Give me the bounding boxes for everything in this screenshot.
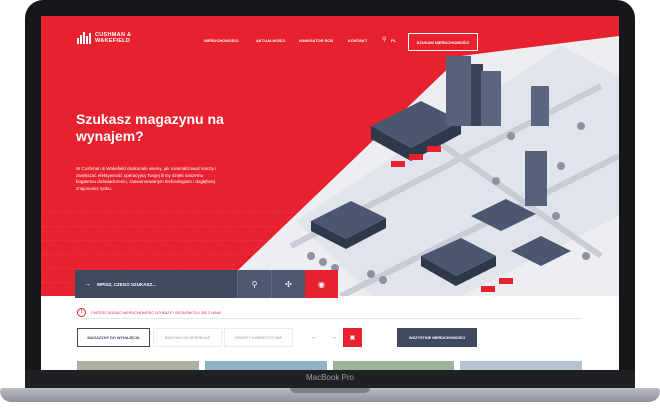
arrow-right-icon[interactable]: → (324, 328, 343, 347)
property-thumbnail[interactable] (332, 361, 455, 370)
device-label: MacBook Pro (305, 373, 355, 382)
arrow-left-icon[interactable]: ← (305, 328, 324, 347)
nav-kontakt[interactable]: KONTAKT (348, 38, 367, 43)
logo-mark-icon (77, 32, 91, 44)
tab-warehouses-rent[interactable]: MAGAZYNY DO WYNAJĘCIA (77, 328, 150, 347)
property-search-bar: → WPISZ, CZEGO SZUKASZ... ⚲ ✣ ◉ (75, 270, 338, 298)
logo-line-2: WAKEFIELD (95, 38, 131, 44)
language-switch[interactable]: PL (391, 38, 396, 43)
search-button[interactable]: ⚲ (237, 270, 271, 298)
find-property-button[interactable]: SZUKAM NIERUCHOMOŚCI (408, 33, 478, 51)
all-properties-button[interactable]: WSZYSTKIE NIERUCHOMOŚCI (397, 328, 477, 347)
logo-text: CUSHMAN & WAKEFIELD (95, 32, 153, 44)
search-icon[interactable]: ⚲ (382, 36, 386, 43)
target-icon: ◉ (318, 279, 325, 289)
notice-text: CHCESZ DODAĆ NIERUCHOMOŚĆ DO BAZY? SKONT… (91, 310, 221, 315)
search-input[interactable]: → WPISZ, CZEGO SZUKASZ... (75, 270, 237, 298)
property-thumbnail[interactable] (204, 361, 327, 370)
search-icon: ⚲ (251, 279, 258, 289)
website-screen: CUSHMAN & WAKEFIELD NIERUCHOMOŚCI AKTUAL… (41, 16, 619, 370)
property-thumbnails (77, 361, 582, 370)
nav-nieruchomosci[interactable]: NIERUCHOMOŚCI (204, 38, 238, 43)
property-thumbnail[interactable] (460, 361, 582, 370)
map-icon: ▣ (349, 335, 356, 341)
search-placeholder: WPISZ, CZEGO SZUKASZ... (97, 281, 157, 287)
hero-description: W Cushman & Wakefield doskonale wiemy, j… (76, 166, 217, 191)
locate-button[interactable]: ◉ (305, 270, 338, 298)
laptop-base (0, 388, 660, 402)
arrow-right-icon: → (84, 280, 91, 288)
hero-title: Szukasz magazynu na wynajem? (76, 111, 224, 144)
map-view-button[interactable]: ▣ (343, 328, 362, 347)
add-property-notice[interactable]: ! CHCESZ DODAĆ NIERUCHOMOŚĆ DO BAZY? SKO… (77, 308, 221, 317)
share-icon: ✣ (285, 279, 292, 289)
section-divider (77, 318, 582, 319)
tab-investment-land[interactable]: GRUNTY INWESTYCYJNE (224, 328, 293, 347)
bezel-chin: MacBook Pro (25, 370, 635, 389)
nav-aktualnosci[interactable]: AKTUALNOŚCI (256, 38, 285, 43)
laptop-notch (290, 388, 370, 393)
site-header: CUSHMAN & WAKEFIELD NIERUCHOMOŚCI AKTUAL… (41, 16, 619, 62)
tab-buildings-sale[interactable]: BUDYNKI NA SPRZEDAŻ (153, 328, 222, 347)
property-thumbnail[interactable] (77, 361, 199, 370)
filters-button[interactable]: ✣ (271, 270, 305, 298)
info-icon: ! (77, 308, 86, 317)
nav-nawigator[interactable]: NAWIGATOR SCB (299, 38, 333, 43)
cushman-wakefield-logo[interactable]: CUSHMAN & WAKEFIELD (77, 32, 153, 44)
